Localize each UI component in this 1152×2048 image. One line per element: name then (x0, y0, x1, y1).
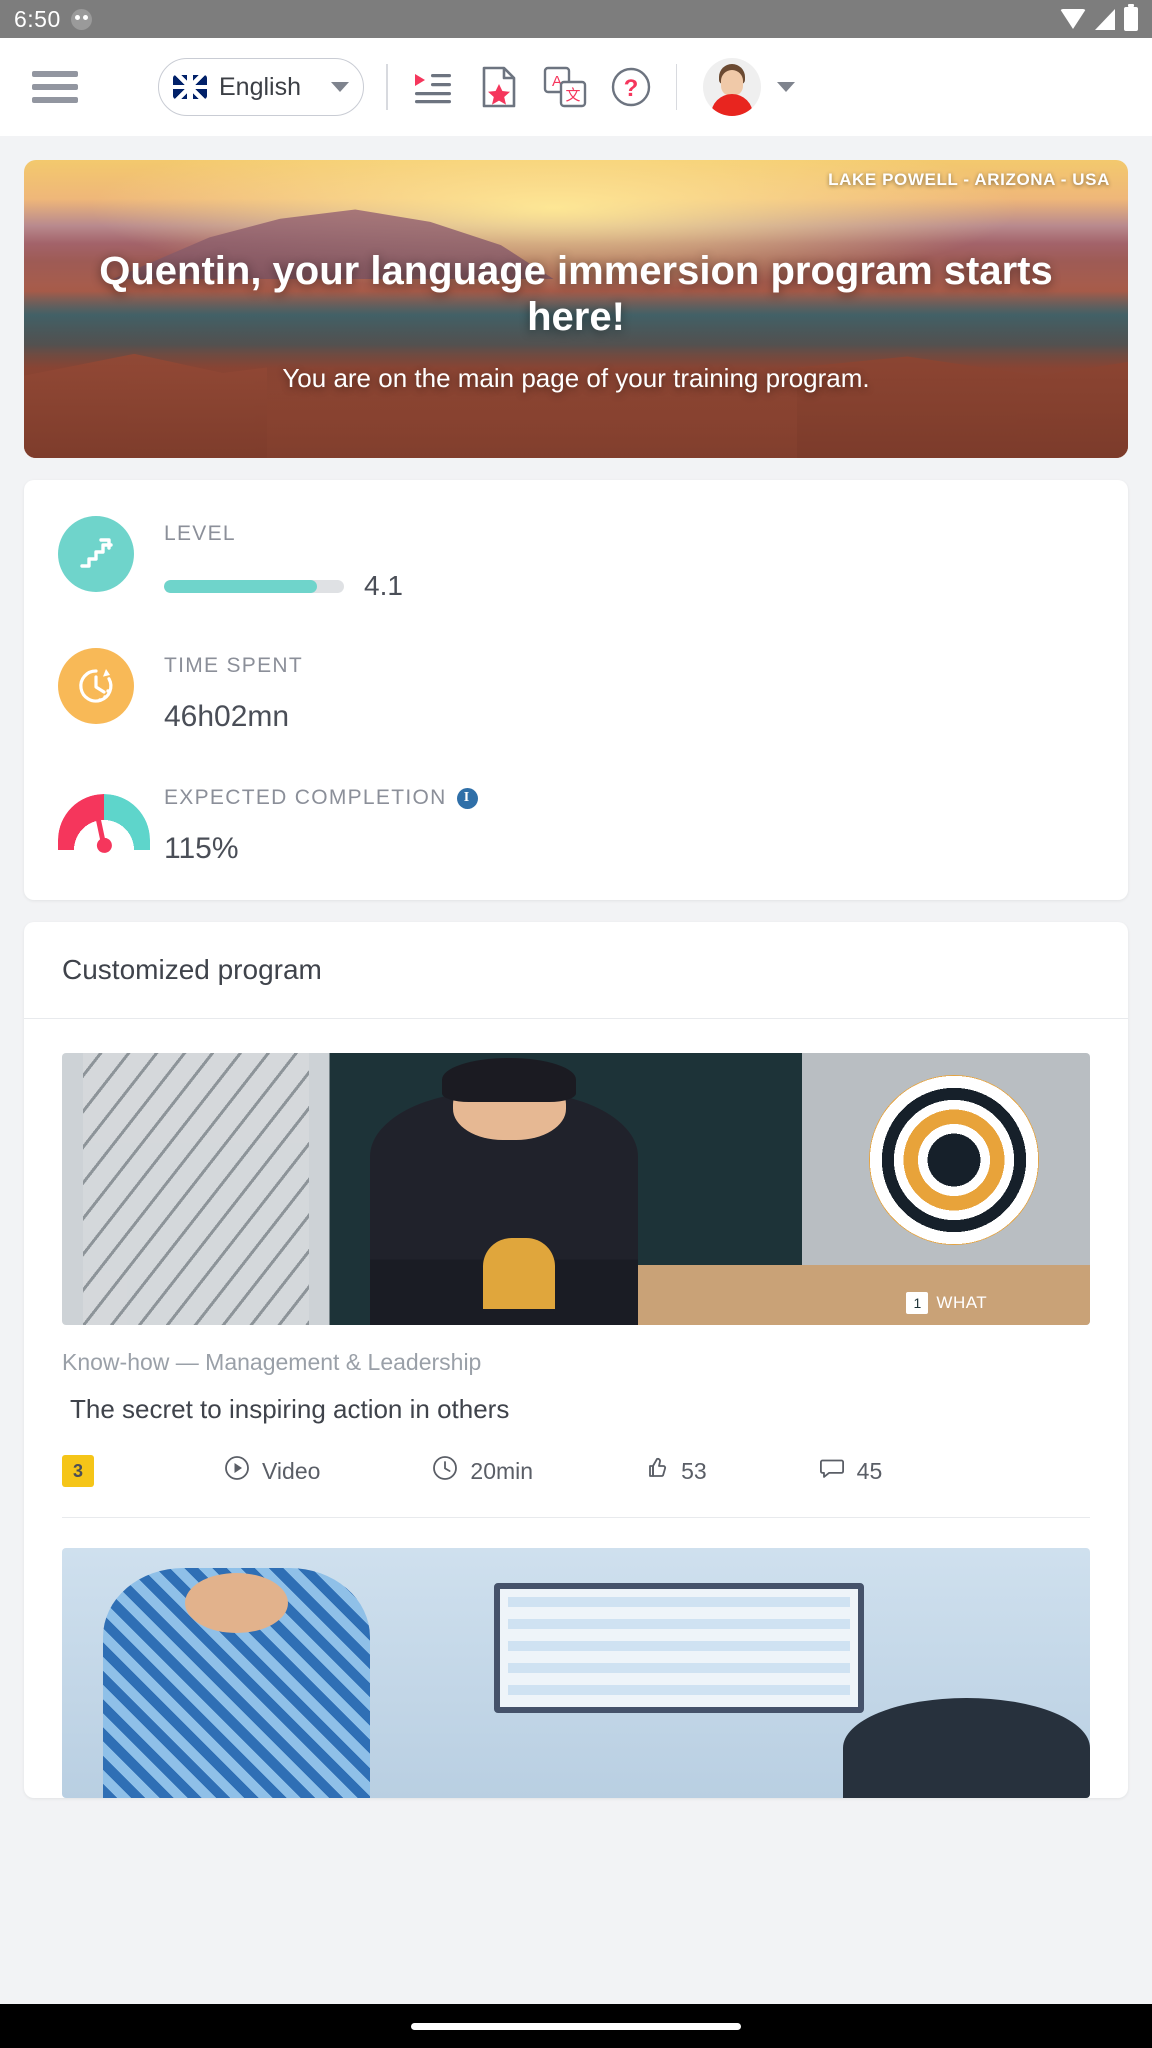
level-progress-bar (164, 579, 344, 593)
customized-program-card: Customized program 1 WHAT Know-how — Man… (24, 922, 1128, 1798)
comment-icon (819, 1455, 845, 1487)
course-category[interactable]: Know-how — Management & Leadership (62, 1349, 1090, 1376)
avatar-face (721, 70, 743, 96)
language-label: English (219, 72, 301, 101)
battery-icon (1124, 4, 1138, 31)
course-duration-label: 20min (470, 1457, 534, 1484)
home-indicator[interactable] (411, 2022, 741, 2030)
customized-program-heading: Customized program (24, 922, 1128, 1019)
app-root: 6:50 English A 文 ? LAKE POWELL - ARIZONA… (0, 0, 1152, 2048)
stairs-growth-icon (58, 516, 134, 592)
user-menu[interactable] (703, 58, 795, 116)
play-circle-icon (224, 1455, 250, 1487)
info-icon[interactable]: i (456, 787, 478, 809)
android-status-bar: 6:50 (0, 0, 1152, 38)
thumb-overlay-tag: 1 WHAT (906, 1292, 988, 1315)
stat-icon-wrap-gauge (58, 780, 150, 856)
page-title: Quentin, your language immersion program… (99, 249, 1053, 340)
stat-body-completion: EXPECTED COMPLETION i 115% (164, 780, 1094, 866)
clock-icon (58, 648, 134, 724)
thumb2-screen (493, 1583, 864, 1713)
playlist-icon[interactable] (410, 64, 456, 110)
thumb-overlay-text: WHAT (936, 1293, 988, 1313)
stat-row-time-spent: TIME SPENT 46h02mn (24, 648, 1128, 734)
thumb-overlay-number: 1 (906, 1292, 929, 1315)
thumb2-screen-content (507, 1597, 850, 1699)
thumb2-person-head (185, 1573, 289, 1633)
thumb2-foreground-figure (843, 1698, 1090, 1798)
level-value: 4.1 (364, 570, 403, 601)
app-header: English A 文 ? (0, 38, 1152, 136)
stat-icon-wrap-time (58, 648, 134, 724)
course-likes-count: 53 (681, 1457, 707, 1484)
course-duration: 20min (432, 1455, 533, 1487)
hero-banner: LAKE POWELL - ARIZONA - USA Quentin, you… (24, 160, 1128, 458)
course-thumbnail[interactable]: 1 WHAT (62, 1053, 1090, 1325)
android-nav-bar (0, 2004, 1152, 2048)
status-bar-left: 6:50 (14, 6, 92, 33)
thumb-wood-panel (617, 1265, 1090, 1325)
stat-label-time-spent: TIME SPENT (164, 654, 304, 677)
header-divider (386, 64, 388, 110)
status-bar-right (1060, 4, 1138, 31)
language-selector[interactable]: English (158, 58, 364, 116)
course-step-badge: 3 (62, 1455, 94, 1487)
translate-icon[interactable]: A 文 (542, 64, 588, 110)
stat-row-expected-completion: EXPECTED COMPLETION i 115% (24, 780, 1128, 866)
starred-document-icon[interactable] (476, 64, 522, 110)
hero-text-block: Quentin, your language immersion program… (24, 248, 1128, 394)
customized-program-body: 1 WHAT Know-how — Management & Leadershi… (24, 1019, 1128, 1798)
stat-body-level: LEVEL 4.1 (164, 516, 1094, 602)
stat-body-time: TIME SPENT 46h02mn (164, 648, 1094, 734)
stat-label-expected-completion: EXPECTED COMPLETION i (164, 786, 1094, 810)
app-chip-icon (70, 8, 92, 30)
thumbs-up-icon (643, 1455, 669, 1487)
header-divider-2 (675, 64, 677, 110)
course-divider (62, 1517, 1090, 1518)
course-type: Video (224, 1455, 320, 1487)
level-progress-fill (164, 579, 317, 593)
help-icon[interactable]: ? (608, 64, 654, 110)
svg-text:?: ? (623, 75, 638, 102)
course-type-label: Video (262, 1457, 321, 1484)
chevron-down-icon (777, 82, 795, 92)
wifi-icon (1060, 9, 1086, 29)
thumb-presenter-shirt (483, 1237, 556, 1309)
hero-location-caption: LAKE POWELL - ARIZONA - USA (828, 170, 1110, 189)
gauge-icon (58, 794, 150, 850)
thumb-target-graphic (868, 1074, 1039, 1245)
course-likes[interactable]: 53 (643, 1455, 707, 1487)
status-bar-clock: 6:50 (14, 5, 61, 32)
stat-label-text: EXPECTED COMPLETION (164, 786, 447, 809)
course-meta-row: 3 Video 20min 53 45 (62, 1455, 1090, 1517)
stat-label-level: LEVEL (164, 522, 236, 545)
thumb-presenter-hair (442, 1058, 576, 1102)
hamburger-menu-icon[interactable] (32, 71, 78, 103)
uk-flag-icon (173, 75, 207, 99)
chevron-down-icon (331, 82, 349, 92)
course-comments-count: 45 (856, 1457, 883, 1484)
header-tools: A 文 ? (410, 64, 654, 110)
stat-row-level: LEVEL 4.1 (24, 516, 1128, 602)
stats-card: LEVEL 4.1 TIME SPENT 46h02mn EXPECTED CO… (24, 480, 1128, 900)
user-avatar[interactable] (703, 58, 761, 116)
signal-icon (1095, 8, 1115, 30)
stat-value-time-spent: 46h02mn (164, 700, 290, 733)
stat-value-expected-completion: 115% (164, 832, 239, 865)
course-comments[interactable]: 45 (819, 1455, 883, 1487)
level-progress-line: 4.1 (164, 570, 1094, 602)
clock-icon (432, 1455, 458, 1487)
avatar-body (711, 94, 753, 116)
stat-icon-wrap-level (58, 516, 134, 592)
course-title[interactable]: The secret to inspiring action in others (62, 1394, 1090, 1425)
thumb-staircase (82, 1053, 309, 1325)
svg-text:文: 文 (565, 87, 580, 104)
hero-subtitle: You are on the main page of your trainin… (282, 362, 870, 393)
course-thumbnail-2[interactable] (62, 1548, 1090, 1798)
